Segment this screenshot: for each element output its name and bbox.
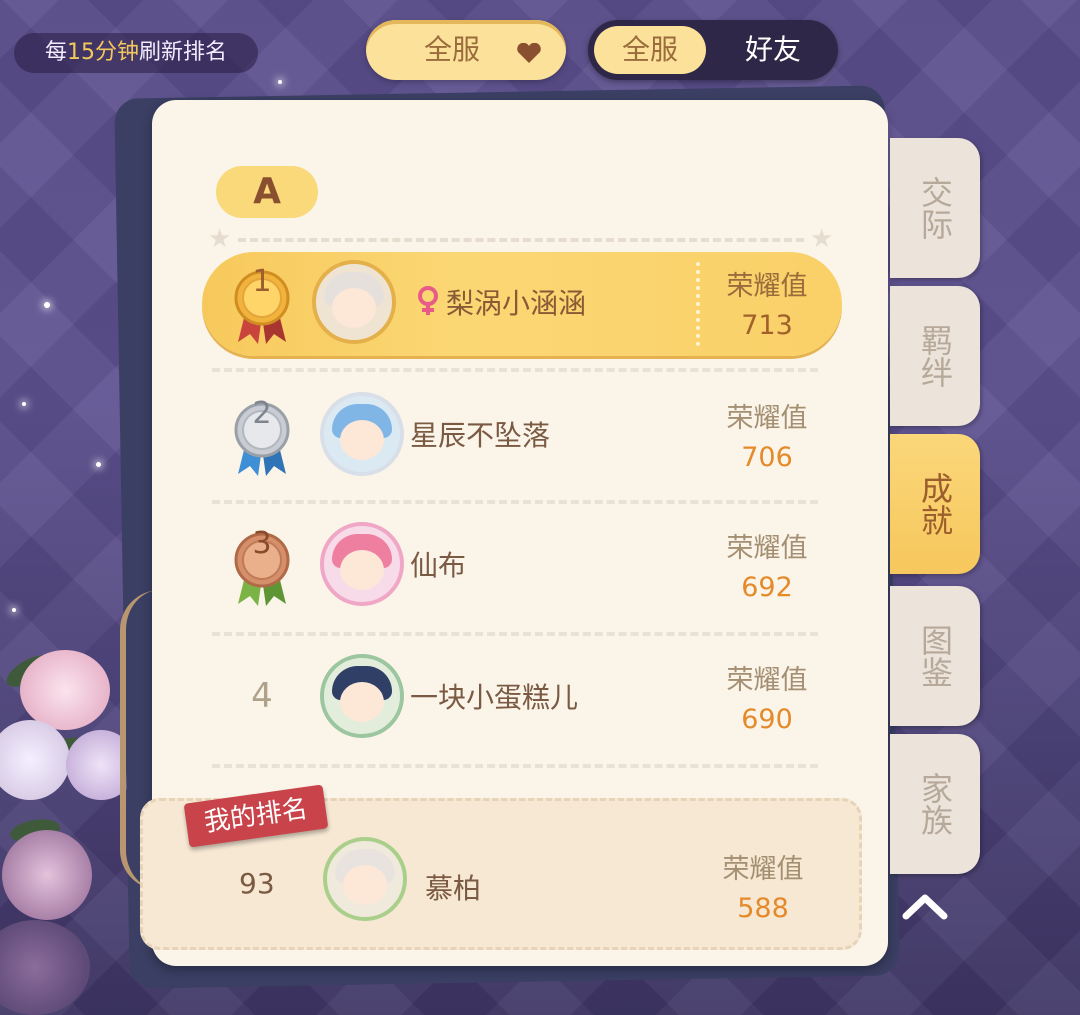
divider xyxy=(212,764,818,768)
score-label: 荣耀值 xyxy=(726,665,808,696)
score-value: 690 xyxy=(741,704,793,735)
leaderboard-row-3[interactable]: 3 仙布 荣耀值 692 xyxy=(202,514,842,618)
heart-dropdown-icon xyxy=(517,43,541,63)
my-player-name: 慕柏 xyxy=(425,872,482,905)
divider xyxy=(212,368,818,372)
grade-badge: A xyxy=(216,166,318,218)
my-score-label: 荣耀值 xyxy=(722,854,804,885)
tab-family[interactable]: 家族 xyxy=(890,734,980,874)
scope-toggle: 全服 好友 xyxy=(588,20,838,80)
sparkle xyxy=(278,80,282,84)
player-name: 星辰不坠落 xyxy=(410,419,551,452)
divider xyxy=(212,632,818,636)
refresh-interval: 15分钟 xyxy=(67,40,139,65)
player-name: 一块小蛋糕儿 xyxy=(410,681,579,714)
sparkle xyxy=(44,302,50,308)
tab-achievement[interactable]: 成就 xyxy=(890,434,980,574)
toggle-all-server[interactable]: 全服 xyxy=(594,26,706,74)
star-icon: ★ xyxy=(810,224,834,254)
my-rank-number: 93 xyxy=(239,867,275,900)
player-avatar[interactable] xyxy=(320,654,404,738)
player-avatar[interactable] xyxy=(320,522,404,606)
chevron-up-icon[interactable] xyxy=(902,892,948,922)
refresh-prefix: 每 xyxy=(44,40,67,65)
score-value: 713 xyxy=(741,310,793,341)
refresh-notice: 每15分钟刷新排名 xyxy=(14,33,258,73)
score-label: 荣耀值 xyxy=(726,403,808,434)
sparkle xyxy=(22,402,26,406)
player-name: 梨涡小涵涵 xyxy=(446,287,587,320)
dropdown-label: 全服 xyxy=(424,33,481,66)
rank-number: 1 xyxy=(252,264,272,299)
score-value: 692 xyxy=(741,572,793,603)
tab-collection[interactable]: 图鉴 xyxy=(890,586,980,726)
my-score-value: 588 xyxy=(737,893,789,924)
player-name: 仙布 xyxy=(410,549,467,582)
player-avatar[interactable] xyxy=(320,392,404,476)
server-scope-dropdown[interactable]: 全服 xyxy=(366,20,566,80)
refresh-suffix: 刷新排名 xyxy=(139,40,228,65)
rank-number: 2 xyxy=(252,396,272,431)
my-avatar[interactable] xyxy=(323,837,407,921)
ticket-divider xyxy=(696,262,700,346)
star-icon: ★ xyxy=(208,224,232,254)
score-value: 706 xyxy=(741,442,793,473)
player-avatar[interactable] xyxy=(312,260,396,344)
toggle-friends[interactable]: 好友 xyxy=(718,26,828,74)
divider xyxy=(212,500,818,504)
rank-number: 3 xyxy=(252,526,272,561)
score-label: 荣耀值 xyxy=(726,271,808,302)
sparkle xyxy=(96,462,101,467)
tab-social[interactable]: 交际 xyxy=(890,138,980,278)
tab-bond[interactable]: 羁绊 xyxy=(890,286,980,426)
leaderboard-row-4[interactable]: 4 一块小蛋糕儿 荣耀值 690 xyxy=(202,646,842,750)
score-label: 荣耀值 xyxy=(726,533,808,564)
leaderboard-row-1[interactable]: 1 梨涡小涵涵 荣耀值 713 xyxy=(202,252,842,356)
sparkle xyxy=(12,608,16,612)
divider xyxy=(238,238,804,242)
female-gender-icon xyxy=(418,286,438,315)
leaderboard-row-2[interactable]: 2 星辰不坠落 荣耀值 706 xyxy=(202,384,842,488)
rank-number: 4 xyxy=(251,676,273,716)
